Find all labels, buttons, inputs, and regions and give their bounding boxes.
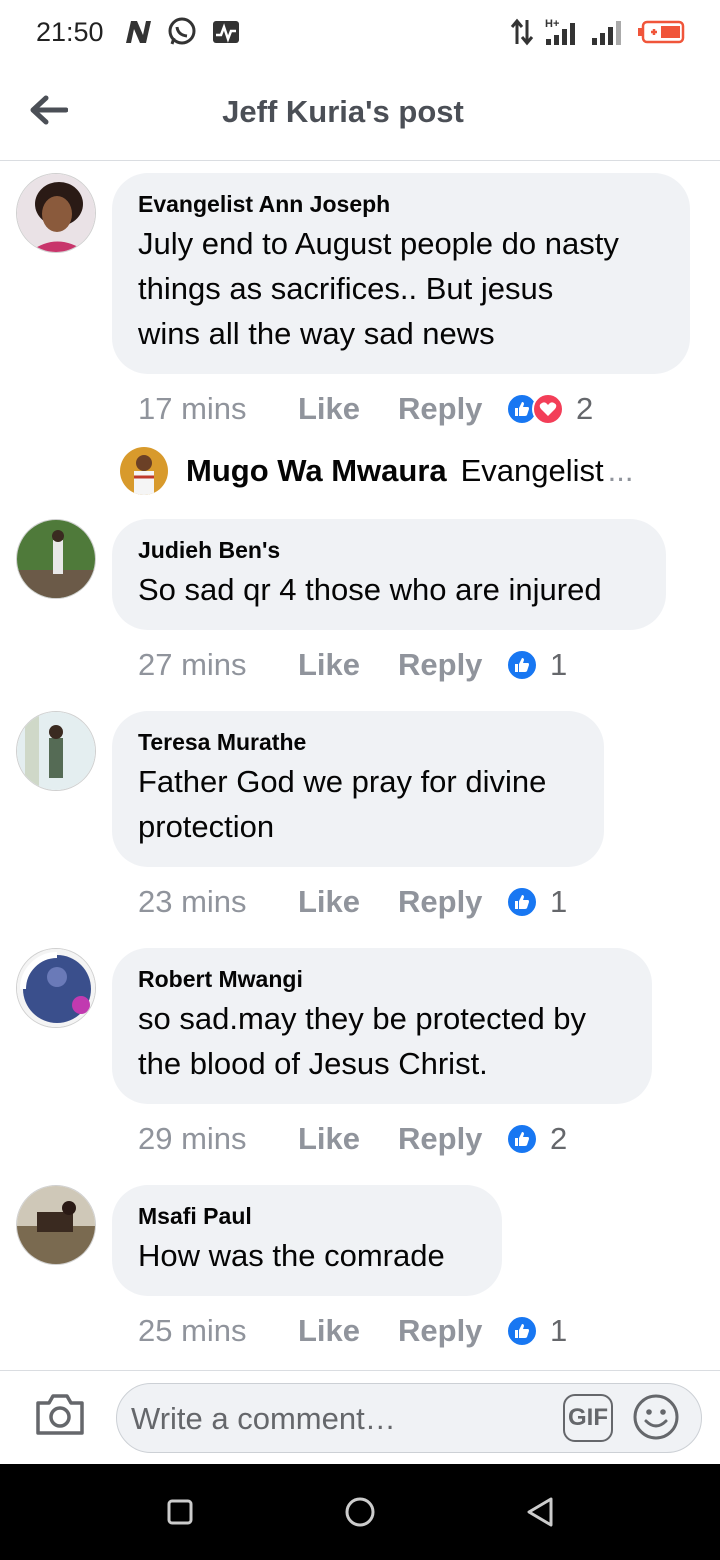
- comment-text-line: wins all the way sad news: [138, 316, 495, 351]
- comment-text-line: protection: [138, 809, 275, 844]
- reply-snippet: Evangelist: [460, 453, 604, 488]
- comment-author[interactable]: Robert Mwangi: [138, 964, 626, 994]
- comment-text-line: Father God we pray for divine: [138, 764, 547, 799]
- comment-bubble[interactable]: Msafi Paul How was the comrade: [112, 1185, 502, 1296]
- avatar[interactable]: [16, 948, 96, 1028]
- reply-button[interactable]: Reply: [398, 647, 506, 683]
- reactions[interactable]: 1: [506, 647, 567, 683]
- like-button[interactable]: Like: [298, 1121, 398, 1157]
- avatar[interactable]: [16, 519, 96, 599]
- reply-button[interactable]: Reply: [398, 391, 506, 427]
- reaction-count: 1: [550, 884, 568, 919]
- back-nav-button[interactable]: [520, 1492, 560, 1532]
- square-icon: [167, 1499, 193, 1525]
- like-button[interactable]: Like: [298, 391, 398, 427]
- comment-time: 23 mins: [138, 884, 247, 919]
- comment-meta: 23 mins Like Reply 1: [138, 882, 567, 922]
- comment-author[interactable]: Judieh Ben's: [138, 535, 640, 565]
- reply-ellipsis: ...: [607, 453, 634, 488]
- reply-author[interactable]: Mugo Wa Mwaura: [186, 453, 447, 489]
- comment-text-line: So sad qr 4 those who are injured: [138, 572, 602, 607]
- triangle-back-icon: [527, 1497, 553, 1527]
- like-button[interactable]: Like: [298, 884, 398, 920]
- comment-bubble[interactable]: Teresa Murathe Father God we pray for di…: [112, 711, 604, 867]
- data-arrows-icon: [508, 18, 536, 46]
- comment-composer: Write a comment… GIF: [0, 1370, 720, 1464]
- battery-icon: [636, 18, 686, 46]
- emoji-button[interactable]: [631, 1392, 681, 1442]
- emoji-icon: [633, 1394, 679, 1440]
- comment-text-line: things as sacrifices.. But jesus: [138, 271, 554, 306]
- avatar: [120, 447, 168, 495]
- comment-time: 29 mins: [138, 1121, 247, 1156]
- comment-text: so sad.may they be protected by the bloo…: [138, 996, 626, 1086]
- comment-meta: 29 mins Like Reply 2: [138, 1119, 567, 1159]
- reply-preview[interactable]: Mugo Wa Mwaura Evangelist ...: [120, 446, 634, 496]
- like-reaction-icon: [506, 1315, 538, 1347]
- like-reaction-icon: [506, 1123, 538, 1155]
- whatsapp-icon: [166, 17, 198, 46]
- comment-bubble[interactable]: Evangelist Ann Joseph July end to August…: [112, 173, 690, 374]
- activity-icon: [210, 18, 242, 46]
- status-time: 21:50: [36, 17, 104, 47]
- comment-text-line: July end to August people do nasty: [138, 226, 619, 261]
- comment-bubble[interactable]: Robert Mwangi so sad.may they be protect…: [112, 948, 652, 1104]
- comment-meta: 27 mins Like Reply 1: [138, 645, 567, 685]
- n-app-icon: [122, 18, 154, 46]
- comment-text-line: How was the comrade: [138, 1238, 445, 1273]
- comments-list: Evangelist Ann Joseph July end to August…: [0, 161, 720, 1370]
- reply-button[interactable]: Reply: [398, 1313, 506, 1349]
- page-title: Jeff Kuria's post: [222, 94, 464, 129]
- signal-h-plus-icon: H+: [544, 18, 584, 46]
- comment-text-line: so sad.may they be protected by: [138, 1001, 587, 1036]
- comment-time: 27 mins: [138, 647, 247, 682]
- comment-placeholder: Write a comment…: [131, 1401, 396, 1436]
- comment-time: 17 mins: [138, 391, 247, 426]
- comment-input[interactable]: Write a comment… GIF: [116, 1383, 702, 1453]
- reactions[interactable]: 2: [506, 1121, 567, 1157]
- like-reaction-icon: [506, 886, 538, 918]
- system-nav-bar: [0, 1464, 720, 1560]
- home-button[interactable]: [340, 1492, 380, 1532]
- signal-icon: [590, 18, 626, 46]
- reaction-count: 1: [550, 647, 568, 682]
- avatar[interactable]: [16, 1185, 96, 1265]
- reactions[interactable]: 2: [506, 391, 593, 427]
- post-header: Jeff Kuria's post: [0, 66, 720, 161]
- comment-meta: 25 mins Like Reply 1: [138, 1311, 567, 1351]
- comment-text: So sad qr 4 those who are injured: [138, 567, 640, 612]
- reaction-count: 1: [550, 1313, 568, 1348]
- like-button[interactable]: Like: [298, 1313, 398, 1349]
- svg-text:H+: H+: [545, 18, 559, 30]
- comment-author[interactable]: Msafi Paul: [138, 1201, 476, 1231]
- comment-text: How was the comrade: [138, 1233, 476, 1278]
- camera-icon: [36, 1394, 84, 1435]
- comment-time: 25 mins: [138, 1313, 247, 1348]
- comment-text: July end to August people do nasty thing…: [138, 221, 664, 356]
- gif-button[interactable]: GIF: [563, 1394, 613, 1442]
- reply-button[interactable]: Reply: [398, 1121, 506, 1157]
- status-bar: 21:50 H+: [0, 0, 720, 66]
- reactions[interactable]: 1: [506, 884, 567, 920]
- like-button[interactable]: Like: [298, 647, 398, 683]
- reply-button[interactable]: Reply: [398, 884, 506, 920]
- love-reaction-icon: [532, 393, 564, 425]
- like-reaction-icon: [506, 649, 538, 681]
- comment-meta: 17 mins Like Reply 2: [138, 389, 593, 429]
- avatar[interactable]: [16, 711, 96, 791]
- reaction-count: 2: [576, 391, 594, 426]
- comment-text-line: the blood of Jesus Christ.: [138, 1046, 488, 1081]
- circle-icon: [345, 1497, 375, 1527]
- comment-author[interactable]: Teresa Murathe: [138, 727, 578, 757]
- comment-bubble[interactable]: Judieh Ben's So sad qr 4 those who are i…: [112, 519, 666, 630]
- reactions[interactable]: 1: [506, 1313, 567, 1349]
- reaction-count: 2: [550, 1121, 568, 1156]
- camera-button[interactable]: [34, 1391, 90, 1441]
- recents-button[interactable]: [160, 1492, 200, 1532]
- comment-author[interactable]: Evangelist Ann Joseph: [138, 189, 664, 219]
- avatar[interactable]: [16, 173, 96, 253]
- comment-text: Father God we pray for divine protection: [138, 759, 578, 849]
